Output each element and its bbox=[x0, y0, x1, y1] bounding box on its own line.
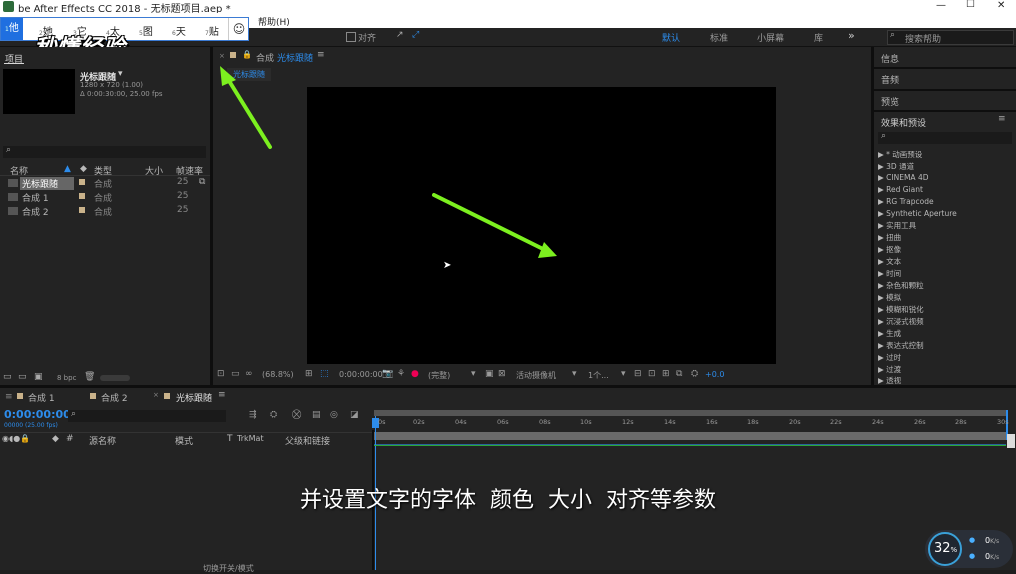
upload-rate: 0K/s bbox=[985, 536, 1000, 545]
download-rate: 0K/s bbox=[985, 552, 1000, 561]
arrow-to-comp-tab bbox=[224, 74, 272, 149]
video-subtitle: 并设置文字的字体 颜色 大小 对齐等参数 bbox=[300, 488, 716, 513]
network-widget: 32% ● 0K/s ● 0K/s bbox=[925, 530, 1013, 568]
arrowhead-icon bbox=[220, 66, 236, 86]
percent-value: 32% bbox=[934, 541, 958, 556]
arrow-to-viewer bbox=[432, 193, 547, 252]
download-arrow-icon: ● bbox=[969, 552, 976, 560]
upload-arrow-icon: ● bbox=[969, 536, 976, 544]
